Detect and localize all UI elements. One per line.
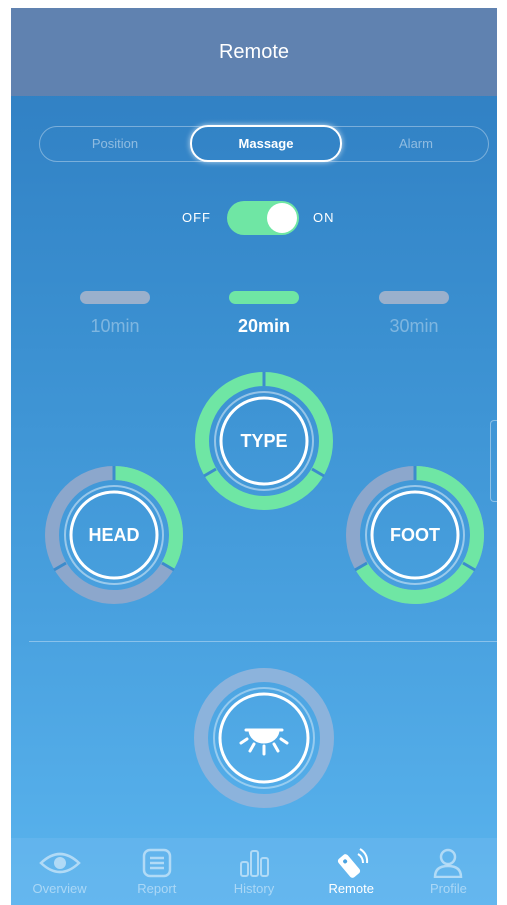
power-toggle-row: OFF ON <box>11 201 497 235</box>
power-switch[interactable] <box>227 201 299 235</box>
timer-label: 30min <box>389 316 439 336</box>
bottom-nav: Overview Report History Remote Profile <box>11 838 497 905</box>
foot-zone-button[interactable]: FOOT <box>344 464 486 606</box>
light-button-graphic <box>194 668 334 808</box>
nav-remote[interactable]: Remote <box>303 838 400 905</box>
side-handle[interactable] <box>490 420 497 502</box>
nav-overview[interactable]: Overview <box>11 838 108 905</box>
nav-label: Profile <box>429 881 467 896</box>
header-bar: Remote <box>11 8 497 96</box>
timer-label: 10min <box>90 316 140 336</box>
eye-icon <box>38 852 81 874</box>
timer-bar <box>80 291 150 304</box>
nav-profile[interactable]: Profile <box>400 838 497 905</box>
head-ring-graphic <box>45 466 183 604</box>
section-divider <box>29 641 497 642</box>
timer-option-30min[interactable]: 30min <box>374 291 454 337</box>
page-title: Remote <box>218 40 290 63</box>
tab-position[interactable]: Position <box>40 127 190 160</box>
head-zone-button[interactable]: HEAD <box>43 464 185 606</box>
type-ring-graphic <box>195 372 333 510</box>
bar-chart-icon <box>240 850 269 877</box>
timer-bar <box>229 291 299 304</box>
list-icon <box>142 848 172 878</box>
type-zone-button[interactable]: TYPE <box>193 370 335 512</box>
nav-report[interactable]: Report <box>108 838 205 905</box>
light-button[interactable] <box>194 668 334 808</box>
timer-option-10min[interactable]: 10min <box>75 291 155 337</box>
nav-label: Report <box>137 881 177 896</box>
timer-label: 20min <box>237 316 291 336</box>
switch-knob <box>267 203 297 233</box>
nav-label: History <box>233 881 275 896</box>
mode-tab-bar: Position Massage Alarm <box>39 125 490 162</box>
timer-bar <box>379 291 449 304</box>
tab-alarm[interactable]: Alarm <box>342 127 490 160</box>
foot-ring-graphic <box>346 466 484 604</box>
nav-label: Remote <box>328 881 374 896</box>
timer-option-20min[interactable]: 20min <box>224 291 304 337</box>
off-label: OFF <box>182 210 211 225</box>
tab-massage[interactable]: Massage <box>190 125 342 162</box>
person-icon <box>434 848 463 878</box>
remote-icon <box>338 848 369 878</box>
ceiling-light-icon <box>239 728 289 756</box>
phone-screen: Remote Position Massage Alarm OFF ON 10m… <box>11 8 497 905</box>
on-label: ON <box>313 210 335 225</box>
nav-label: Overview <box>32 881 87 896</box>
nav-history[interactable]: History <box>205 838 302 905</box>
